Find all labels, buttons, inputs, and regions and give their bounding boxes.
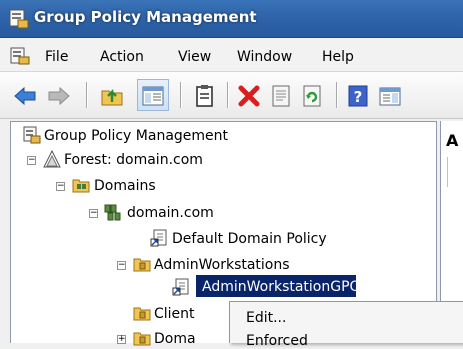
menu-action[interactable]: Action [100,49,144,65]
details-divider [447,157,448,187]
action-pane-icon[interactable] [377,83,403,109]
delete-icon[interactable] [236,83,262,109]
back-icon[interactable] [12,83,38,109]
domain-icon [104,204,121,221]
tree-item-domain[interactable]: domain.com [127,204,214,222]
menu-bar [0,38,463,72]
clipboard-icon[interactable] [192,83,218,109]
tree-item-root[interactable]: Group Policy Management [44,127,228,145]
collapse-adminworkstations-toggle[interactable]: − [117,261,126,270]
show-hide-tree-icon[interactable] [140,83,166,109]
tree-item-ou-admin[interactable]: AdminWorkstations [154,256,290,274]
collapse-forest-toggle[interactable]: − [27,156,36,165]
refresh-icon[interactable] [299,83,325,109]
ou-folder-icon [133,332,151,346]
ou-folder-icon [133,258,151,272]
forward-icon[interactable] [46,83,72,109]
toolbar-separator [86,82,88,108]
tree-item-domains[interactable]: Domains [94,177,156,195]
menu-view[interactable]: View [178,49,211,65]
details-heading: A [446,131,459,150]
expand-doma-toggle[interactable]: + [117,335,126,344]
svg-text:?: ? [354,88,363,106]
gpm-root-icon [23,126,41,144]
menu-window[interactable]: Window [237,49,292,65]
menu-file[interactable]: File [45,49,68,65]
toolbar-separator [336,82,338,108]
domains-folder-icon [72,179,90,193]
tree-item-selected-gpo[interactable]: AdminWorkstationGPO [202,278,361,296]
tree-item-forest[interactable]: Forest: domain.com [64,151,203,169]
window-title: Group Policy Management [34,8,257,26]
gpo-link-icon [150,229,167,247]
toolbar-separator [180,82,182,108]
gpm-app-icon [9,9,29,29]
tree-item-ou-client[interactable]: Client [154,305,195,323]
properties-icon[interactable] [268,83,294,109]
tree-item-ou-doma[interactable]: Doma [154,330,196,348]
context-menu-edit[interactable]: Edit... [246,310,286,326]
forest-icon [43,150,61,168]
system-menu-icon[interactable] [10,47,30,65]
menu-help[interactable]: Help [322,49,354,65]
collapse-domain-toggle[interactable]: − [89,209,98,218]
up-folder-icon[interactable] [100,83,126,109]
context-menu-enforced[interactable]: Enforced [246,333,308,349]
help-icon[interactable]: ? [345,83,371,109]
collapse-domains-toggle[interactable]: − [56,182,65,191]
tree-item-default-policy[interactable]: Default Domain Policy [172,230,327,248]
ou-folder-icon [133,307,151,321]
toolbar-separator [227,82,229,108]
gpo-link-icon [172,278,189,296]
